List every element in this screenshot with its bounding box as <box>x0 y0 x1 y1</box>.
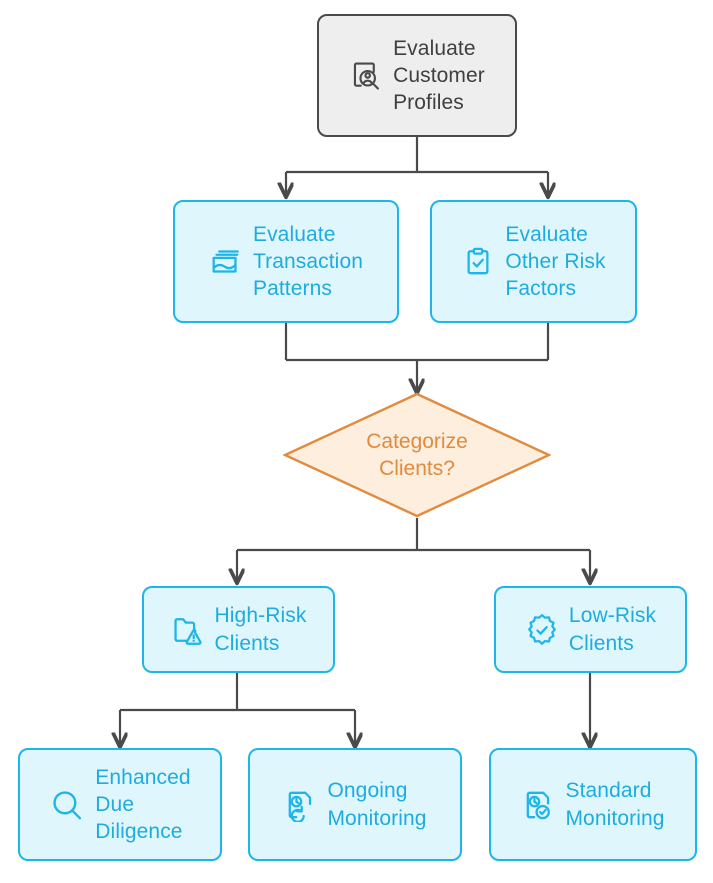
node-categorize-clients[interactable]: Categorize Clients? <box>283 392 551 518</box>
node-label: Standard Monitoring <box>565 779 665 830</box>
node-label: Ongoing Monitoring <box>327 779 427 830</box>
node-standard-monitoring[interactable]: Standard Monitoring <box>489 748 697 861</box>
badge-check-icon <box>525 613 559 647</box>
clipboard-check-icon <box>461 245 495 279</box>
document-person-search-icon <box>349 59 383 93</box>
node-evaluate-transaction-patterns[interactable]: Evaluate Transaction Patterns <box>173 200 399 323</box>
node-low-risk-clients[interactable]: Low-Risk Clients <box>494 586 687 673</box>
flowchart-canvas: Evaluate Customer Profiles Evaluate Tran… <box>0 0 713 883</box>
node-label: Low-Risk Clients <box>568 604 657 655</box>
folder-warning-icon <box>171 613 205 647</box>
transaction-cards-icon <box>209 245 243 279</box>
node-label: High-Risk Clients <box>214 604 307 655</box>
node-label: Evaluate Customer Profiles <box>393 36 485 115</box>
document-clock-refresh-icon <box>283 788 317 822</box>
node-evaluate-customer-profiles[interactable]: Evaluate Customer Profiles <box>317 14 517 137</box>
node-label: Evaluate Transaction Patterns <box>252 222 364 301</box>
document-clock-check-icon <box>521 788 555 822</box>
node-ongoing-monitoring[interactable]: Ongoing Monitoring <box>248 748 462 861</box>
node-label: Enhanced Due Diligence <box>95 765 191 844</box>
magnifier-icon <box>49 787 85 823</box>
node-enhanced-due-diligence[interactable]: Enhanced Due Diligence <box>18 748 222 861</box>
node-label: Categorize Clients? <box>366 429 468 480</box>
node-high-risk-clients[interactable]: High-Risk Clients <box>142 586 335 673</box>
node-evaluate-other-risk-factors[interactable]: Evaluate Other Risk Factors <box>430 200 637 323</box>
node-label: Evaluate Other Risk Factors <box>505 222 606 301</box>
